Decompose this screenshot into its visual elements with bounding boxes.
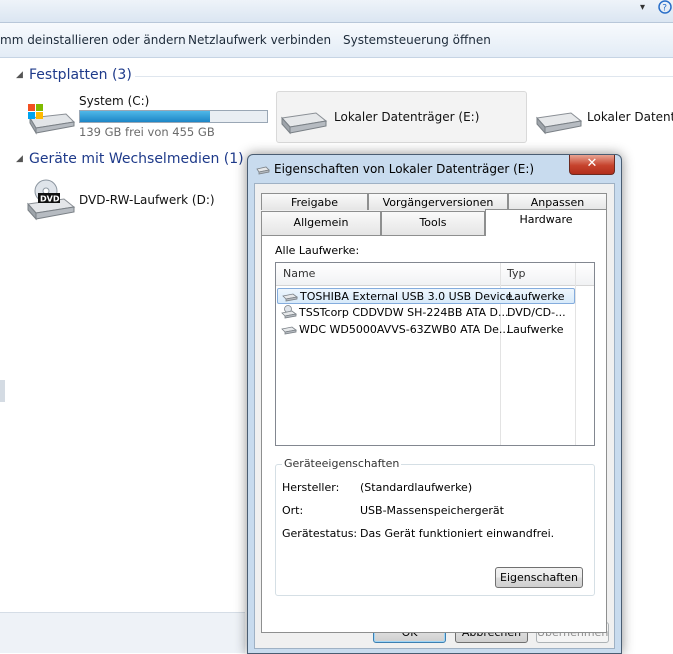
column-separator[interactable] xyxy=(575,263,576,445)
status-value: Das Gerät funktioniert einwandfrei. xyxy=(360,527,555,540)
drive-d[interactable]: DVD xyxy=(24,178,76,225)
tab-allgemein[interactable]: Allgemein xyxy=(261,211,381,235)
properties-button[interactable]: Eigenschaften xyxy=(495,567,583,588)
drive-c-usage-bar xyxy=(79,110,268,123)
properties-dialog: Eigenschaften von Lokaler Datenträger (E… xyxy=(247,154,622,654)
open-control-panel-command[interactable]: Systemsteuerung öffnen xyxy=(343,33,491,47)
row-name: WDC WD5000AVVS-63ZWB0 ATA De... xyxy=(299,323,510,336)
details-pane xyxy=(0,612,245,653)
uninstall-command[interactable]: mm deinstallieren oder ändern xyxy=(0,33,186,47)
drive-d-name: DVD-RW-Laufwerk (D:) xyxy=(79,193,215,207)
drive-c-usage-fill xyxy=(80,111,210,122)
dialog-title: Eigenschaften von Lokaler Datenträger (E… xyxy=(274,162,535,176)
manufacturer-label: Hersteller: xyxy=(282,481,340,494)
group-title-removable[interactable]: Geräte mit Wechselmedien (1) xyxy=(29,151,244,167)
device-properties-group: Geräteeigenschaften Hersteller: (Standar… xyxy=(275,457,595,596)
map-network-drive-command[interactable]: Netzlaufwerk verbinden xyxy=(188,33,331,47)
svg-text:?: ? xyxy=(662,4,667,14)
close-icon: ✕ xyxy=(586,156,598,171)
drive-small-icon xyxy=(256,164,270,179)
drive-small-icon xyxy=(282,292,298,305)
collapse-arrow-icon[interactable]: ◢ xyxy=(16,154,23,164)
drive-c-name: System (C:) xyxy=(79,94,150,108)
list-header: Name Typ xyxy=(276,263,594,286)
status-label: Gerätestatus: xyxy=(282,527,358,540)
hard-drive-icon xyxy=(281,112,328,135)
dialog-body: Freigabe Vorgängerversionen Anpassen All… xyxy=(254,183,615,649)
drive-c-free-space: 139 GB frei von 455 GB xyxy=(79,125,215,139)
device-properties-title: Geräteeigenschaften xyxy=(282,457,402,470)
scroll-edge xyxy=(0,380,5,402)
row-name: TOSHIBA External USB 3.0 USB Device xyxy=(300,290,513,303)
column-type[interactable]: Typ xyxy=(507,267,526,280)
list-row-wdc[interactable]: WDC WD5000AVVS-63ZWB0 ATA De... Laufwerk… xyxy=(277,322,575,338)
location-value: USB-Massenspeichergerät xyxy=(360,504,504,517)
drives-list[interactable]: Name Typ TOSHIBA External USB 3.0 USB De… xyxy=(275,262,595,446)
list-row-toshiba[interactable]: TOSHIBA External USB 3.0 USB Device Lauf… xyxy=(277,288,575,304)
tab-tools[interactable]: Tools xyxy=(381,211,485,235)
drive-e-name: Lokaler Datenträger (E:) xyxy=(334,110,480,124)
dvd-icon-label: DVD xyxy=(40,195,60,204)
help-icon[interactable]: ? xyxy=(658,0,673,16)
column-name[interactable]: Name xyxy=(283,267,315,280)
drive-third-name: Lokaler Datenträ xyxy=(587,110,673,124)
command-bar: mm deinstallieren oder ändern Netzlaufwe… xyxy=(0,23,673,58)
close-button[interactable]: ✕ xyxy=(569,155,615,175)
dvd-drive-icon: DVD xyxy=(27,179,76,221)
tab-hardware[interactable]: Hardware xyxy=(485,209,607,236)
address-strip: ▾ ? xyxy=(0,0,673,23)
list-row-tsstcorp[interactable]: TSSTcorp CDDVDW SH-224BB ATA D... DVD/CD… xyxy=(277,305,575,321)
optical-drive-small-icon xyxy=(281,305,297,322)
location-label: Ort: xyxy=(282,504,304,517)
all-drives-label: Alle Laufwerke: xyxy=(275,244,360,257)
tab-anpassen[interactable]: Anpassen xyxy=(508,193,607,210)
collapse-arrow-icon[interactable]: ◢ xyxy=(16,70,23,80)
drive-third[interactable] xyxy=(533,104,585,141)
hard-drive-icon xyxy=(536,112,583,135)
group-divider xyxy=(135,76,673,77)
group-title-hdd[interactable]: Festplatten (3) xyxy=(29,67,132,83)
row-type: Laufwerke xyxy=(508,290,565,303)
row-type: DVD/CD-... xyxy=(507,306,566,319)
row-type: Laufwerke xyxy=(507,323,564,336)
tab-vorgaengerversionen[interactable]: Vorgängerversionen xyxy=(368,193,508,210)
tab-freigabe[interactable]: Freigabe xyxy=(261,193,368,210)
row-name: TSSTcorp CDDVDW SH-224BB ATA D... xyxy=(299,306,509,319)
drive-small-icon xyxy=(281,325,297,338)
drive-e[interactable] xyxy=(278,104,330,141)
manufacturer-value: (Standardlaufwerke) xyxy=(360,481,473,494)
hard-drive-windows-icon xyxy=(28,104,76,135)
chevron-down-icon[interactable]: ▾ xyxy=(640,2,645,13)
drive-c[interactable] xyxy=(24,96,76,139)
